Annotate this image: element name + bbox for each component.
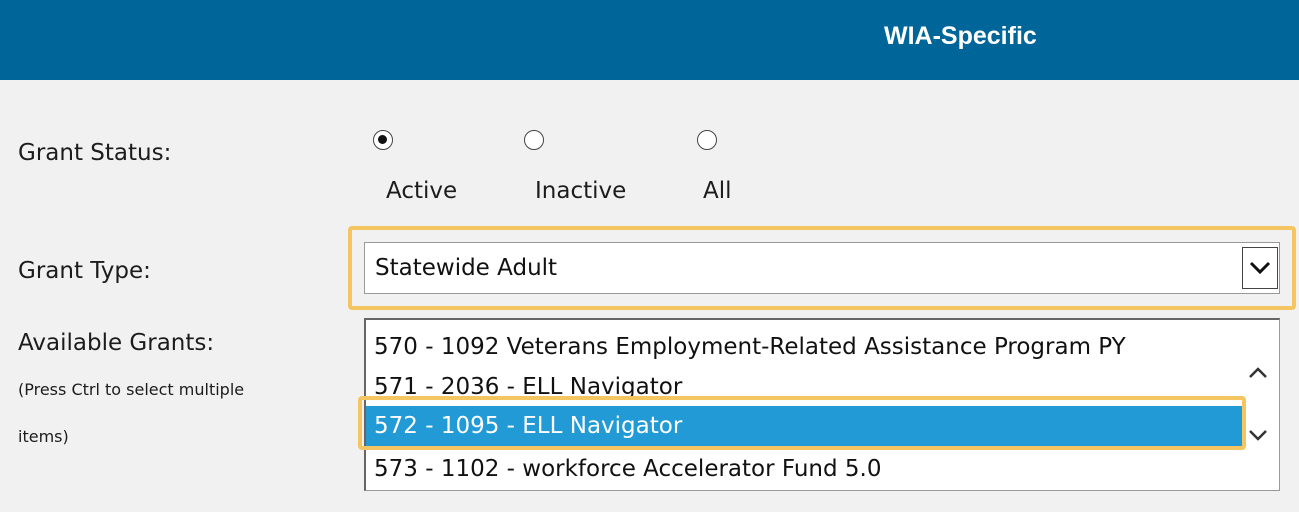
section-header: WIA-Specific [0,0,1299,80]
chevron-up-svg [1249,367,1267,378]
scroll-down-icon[interactable] [1241,418,1275,452]
available-grants-hint-line1: (Press Ctrl to select multiple [18,380,245,399]
scroll-up-icon[interactable] [1241,356,1275,390]
list-item[interactable]: 573 - 1102 - workforce Accelerator Fund … [374,456,1234,482]
available-grants-hint-line2: items) [18,427,69,446]
grant-type-value: Statewide Adult [375,255,558,281]
grant-type-label: Grant Type: [18,258,151,284]
section-title: WIA-Specific [884,22,1037,50]
grant-type-select[interactable]: Statewide Adult [364,242,1280,294]
chevron-down-icon[interactable] [1242,247,1278,289]
selected-grant-highlight [358,396,1246,450]
available-grants-label: Available Grants: [18,330,215,356]
list-item[interactable]: 570 - 1092 Veterans Employment-Related A… [374,334,1234,360]
radio-inactive[interactable] [524,130,544,150]
radio-label-all: All [703,178,732,204]
radio-active[interactable] [373,130,393,150]
grant-status-label: Grant Status: [18,140,172,166]
dropdown-chevron-svg [1249,261,1271,275]
radio-all[interactable] [697,130,717,150]
chevron-down-svg [1249,430,1267,441]
radio-label-active: Active [386,178,458,204]
radio-label-inactive: Inactive [535,178,627,204]
